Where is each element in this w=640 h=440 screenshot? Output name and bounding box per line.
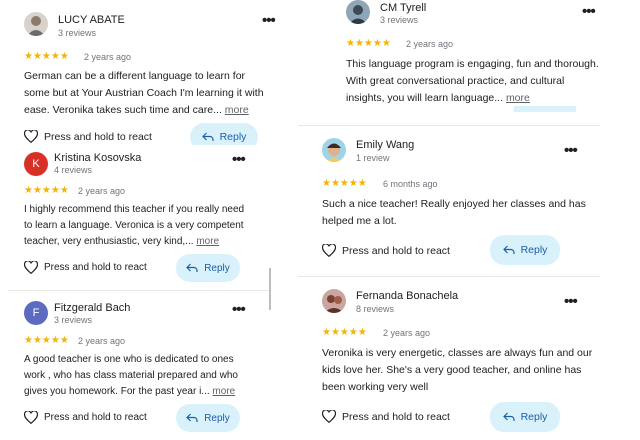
reviewer-name[interactable]: Fitzgerald Bach — [54, 302, 130, 314]
divider — [298, 125, 600, 126]
divider — [298, 276, 600, 277]
more-options-icon[interactable]: ••• — [564, 143, 578, 158]
more-options-icon[interactable]: ••• — [262, 13, 276, 28]
react-button[interactable]: Press and hold to react — [322, 244, 450, 257]
review-count: 1 review — [356, 153, 390, 163]
review-date: 2 years ago — [78, 336, 126, 346]
more-link[interactable]: more — [506, 92, 530, 104]
react-button[interactable]: Press and hold to react — [24, 130, 152, 143]
review-text: I highly recommend this teacher if you r… — [24, 202, 254, 250]
review-count: 3 reviews — [54, 315, 93, 325]
heart-icon — [24, 411, 38, 424]
review-count: 3 reviews — [380, 15, 419, 25]
star-rating: ★★★★★ — [346, 38, 391, 49]
react-label: Press and hold to react — [342, 244, 450, 257]
star-rating: ★★★★★ — [24, 185, 69, 196]
reply-icon — [201, 132, 214, 141]
review-text-content: A good teacher is one who is dedicated t… — [24, 354, 238, 397]
review-text-content: This language program is engaging, fun a… — [346, 58, 599, 104]
star-rating: ★★★★★ — [322, 178, 367, 189]
review-text: This language program is engaging, fun a… — [346, 56, 602, 107]
review-card-kristina-kosovska: K Kristina Kosovska 4 reviews ••• ★★★★★ … — [0, 145, 272, 290]
review-card-lucy-abate: LUCY ABATE 3 reviews ••• ★★★★★ 2 years a… — [0, 0, 296, 150]
reply-label: Reply — [520, 244, 548, 256]
avatar: F — [24, 301, 48, 325]
more-options-icon[interactable]: ••• — [582, 4, 596, 19]
review-date: 2 years ago — [383, 328, 431, 338]
reply-button[interactable]: Reply — [490, 235, 560, 265]
heart-icon — [24, 261, 38, 274]
review-text: Such a nice teacher! Really enjoyed her … — [322, 196, 590, 230]
more-link[interactable]: more — [196, 236, 219, 247]
avatar — [24, 12, 48, 36]
review-text-content: Veronika is very energetic, classes are … — [322, 347, 593, 393]
review-count: 4 reviews — [54, 165, 93, 175]
react-label: Press and hold to react — [44, 412, 147, 423]
review-date: 2 years ago — [406, 39, 454, 49]
reply-label: Reply — [204, 262, 230, 274]
react-label: Press and hold to react — [44, 130, 152, 143]
more-options-icon[interactable]: ••• — [232, 302, 246, 317]
more-options-icon[interactable]: ••• — [232, 152, 246, 167]
reply-label: Reply — [520, 411, 548, 423]
reply-icon — [502, 245, 515, 254]
avatar: K — [24, 152, 48, 176]
more-options-icon[interactable]: ••• — [564, 294, 578, 309]
review-text: German can be a different language to le… — [24, 68, 268, 119]
avatar — [346, 0, 370, 24]
react-button[interactable]: Press and hold to react — [24, 411, 147, 424]
avatar — [322, 289, 346, 313]
reply-icon — [502, 412, 515, 421]
scrollbar-thumb[interactable] — [269, 268, 271, 310]
reply-button[interactable] — [514, 106, 576, 112]
reply-button[interactable]: Reply — [490, 402, 560, 432]
heart-icon — [322, 410, 336, 423]
review-date: 2 years ago — [84, 52, 132, 62]
reply-button[interactable]: Reply — [176, 254, 240, 282]
review-date: 6 months ago — [383, 179, 438, 189]
review-text: Veronika is very energetic, classes are … — [322, 345, 594, 396]
reply-label: Reply — [219, 131, 247, 143]
reviewer-name[interactable]: Kristina Kosovska — [54, 152, 141, 164]
star-rating: ★★★★★ — [322, 327, 367, 338]
reply-icon — [186, 413, 198, 422]
review-count: 3 reviews — [58, 28, 97, 38]
more-link[interactable]: more — [225, 104, 249, 116]
review-card-fitzgerald-bach: F Fitzgerald Bach 3 reviews ••• ★★★★★ 2 … — [0, 293, 268, 440]
review-card-cm-tyrell: CM Tyrell 3 reviews ••• ★★★★★ 2 years ag… — [306, 0, 626, 112]
review-card-fernanda-bonachela: Fernanda Bonachela 8 reviews ••• ★★★★★ 2… — [306, 280, 616, 440]
divider — [8, 290, 270, 291]
reviewer-name[interactable]: Fernanda Bonachela — [356, 290, 458, 302]
reply-label: Reply — [204, 412, 230, 424]
star-rating: ★★★★★ — [24, 51, 69, 62]
review-date: 2 years ago — [78, 186, 126, 196]
reviewer-name[interactable]: CM Tyrell — [380, 2, 426, 14]
reviewer-name[interactable]: Emily Wang — [356, 139, 414, 151]
heart-icon — [322, 244, 336, 257]
review-card-emily-wang: Emily Wang 1 review ••• ★★★★★ 6 months a… — [306, 128, 616, 276]
review-text-content: Such a nice teacher! Really enjoyed her … — [322, 198, 586, 227]
reviewer-name[interactable]: LUCY ABATE — [58, 14, 125, 26]
react-button[interactable]: Press and hold to react — [24, 261, 147, 274]
reply-icon — [186, 263, 198, 272]
review-count: 8 reviews — [356, 304, 395, 314]
review-text: A good teacher is one who is dedicated t… — [24, 352, 252, 400]
star-rating: ★★★★★ — [24, 335, 69, 346]
reply-button[interactable]: Reply — [176, 404, 240, 432]
react-button[interactable]: Press and hold to react — [322, 410, 450, 423]
more-link[interactable]: more — [212, 386, 235, 397]
react-label: Press and hold to react — [44, 262, 147, 273]
avatar — [322, 138, 346, 162]
react-label: Press and hold to react — [342, 410, 450, 423]
heart-icon — [24, 130, 38, 143]
